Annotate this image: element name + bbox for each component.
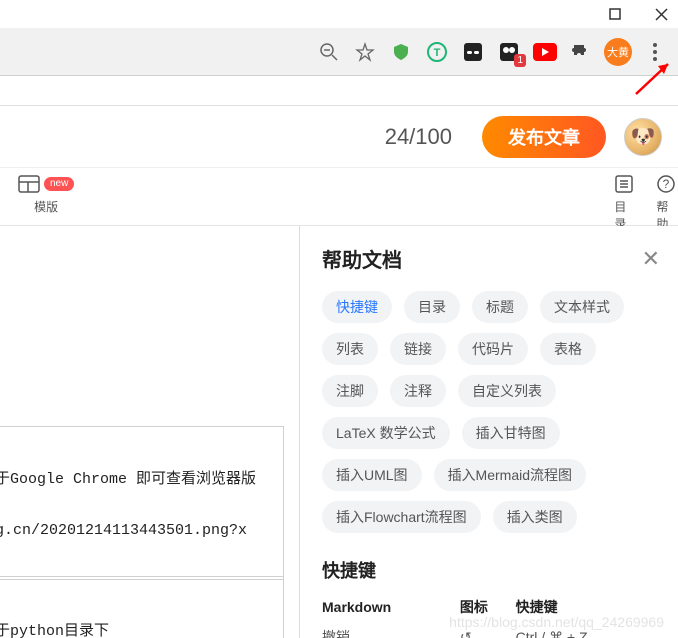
- shield-extension-icon[interactable]: [388, 39, 414, 65]
- extensions-puzzle-icon[interactable]: [568, 39, 594, 65]
- help-tag[interactable]: 文本样式: [540, 291, 624, 323]
- window-titlebar: [0, 0, 678, 28]
- help-tag[interactable]: 自定义列表: [458, 375, 556, 407]
- help-tag[interactable]: 注释: [390, 375, 446, 407]
- shortcuts-section-title: 快捷键: [322, 557, 660, 583]
- code-line-2: g.cn/20201214113443501.png?x: [0, 522, 279, 539]
- youtube-extension-icon[interactable]: [532, 39, 558, 65]
- main-area: 于Google Chrome 即可查看浏览器版 g.cn/20201214113…: [0, 226, 678, 638]
- incognito-extension-icon[interactable]: [460, 39, 486, 65]
- shortcuts-table: Markdown 图标 快捷键 撤销↺Ctrl / ⌘ + Z重做↻Ctrl /…: [322, 597, 660, 638]
- template-label: 模版: [34, 198, 58, 215]
- th-markdown: Markdown: [322, 597, 460, 623]
- help-tag[interactable]: 目录: [404, 291, 460, 323]
- toc-icon: [614, 174, 634, 194]
- close-window-button[interactable]: [650, 3, 672, 25]
- help-tag[interactable]: 注脚: [322, 375, 378, 407]
- zoom-out-icon[interactable]: [316, 39, 342, 65]
- maximize-button[interactable]: [604, 3, 626, 25]
- editor-header: 发布文章 🐶: [0, 106, 678, 168]
- help-tag-list: 快捷键目录标题文本样式列表链接代码片表格注脚注释自定义列表LaTeX 数学公式插…: [322, 291, 660, 533]
- publish-button[interactable]: 发布文章: [482, 116, 606, 158]
- th-shortcut: 快捷键: [516, 597, 660, 623]
- notification-extension-icon[interactable]: 1: [496, 39, 522, 65]
- toc-tool[interactable]: 目录: [614, 172, 634, 232]
- editor-pane[interactable]: 于Google Chrome 即可查看浏览器版 g.cn/20201214113…: [0, 226, 299, 638]
- th-icon: 图标: [460, 597, 516, 623]
- tab-strip-area: [0, 76, 678, 106]
- help-tag[interactable]: LaTeX 数学公式: [322, 417, 450, 449]
- help-tool[interactable]: ? 帮助: [656, 172, 676, 232]
- help-tag[interactable]: 插入类图: [493, 501, 577, 533]
- svg-text:T: T: [434, 47, 441, 59]
- profile-avatar[interactable]: 大黄: [604, 38, 632, 66]
- help-tag[interactable]: 链接: [390, 333, 446, 365]
- notification-badge: 1: [514, 54, 526, 67]
- template-icon: [18, 175, 40, 193]
- code-line-1: 于Google Chrome 即可查看浏览器版: [0, 467, 279, 488]
- help-tag[interactable]: 插入Flowchart流程图: [322, 501, 481, 533]
- help-tag[interactable]: 插入甘特图: [462, 417, 560, 449]
- browser-toolbar: T 1 大黄: [0, 28, 678, 76]
- help-tag[interactable]: 标题: [472, 291, 528, 323]
- user-avatar-doge[interactable]: 🐶: [624, 118, 662, 156]
- help-tag[interactable]: 列表: [322, 333, 378, 365]
- help-tag[interactable]: 插入UML图: [322, 459, 422, 491]
- help-tag[interactable]: 代码片: [458, 333, 528, 365]
- help-panel: 帮助文档 ✕ 快捷键目录标题文本样式列表链接代码片表格注脚注释自定义列表LaTe…: [300, 226, 678, 638]
- star-icon[interactable]: [352, 39, 378, 65]
- title-input[interactable]: [0, 117, 464, 157]
- help-panel-title: 帮助文档: [322, 244, 402, 273]
- template-tool[interactable]: new 模版: [18, 172, 74, 215]
- help-tag[interactable]: 插入Mermaid流程图: [434, 459, 586, 491]
- code-line-3: 于python目录下: [0, 619, 279, 638]
- svg-text:?: ?: [663, 177, 670, 191]
- table-row: 撤销↺Ctrl / ⌘ + Z: [322, 623, 660, 638]
- editor-tools-row: new 模版 目录 ? 帮助: [0, 168, 678, 226]
- t-circle-extension-icon[interactable]: T: [424, 39, 450, 65]
- close-help-button[interactable]: ✕: [642, 246, 660, 272]
- help-icon: ?: [656, 174, 676, 194]
- annotation-arrow: [630, 60, 674, 96]
- help-tag[interactable]: 表格: [540, 333, 596, 365]
- new-badge: new: [44, 177, 74, 191]
- help-tag[interactable]: 快捷键: [322, 291, 392, 323]
- avatar-label: 大黄: [607, 44, 629, 60]
